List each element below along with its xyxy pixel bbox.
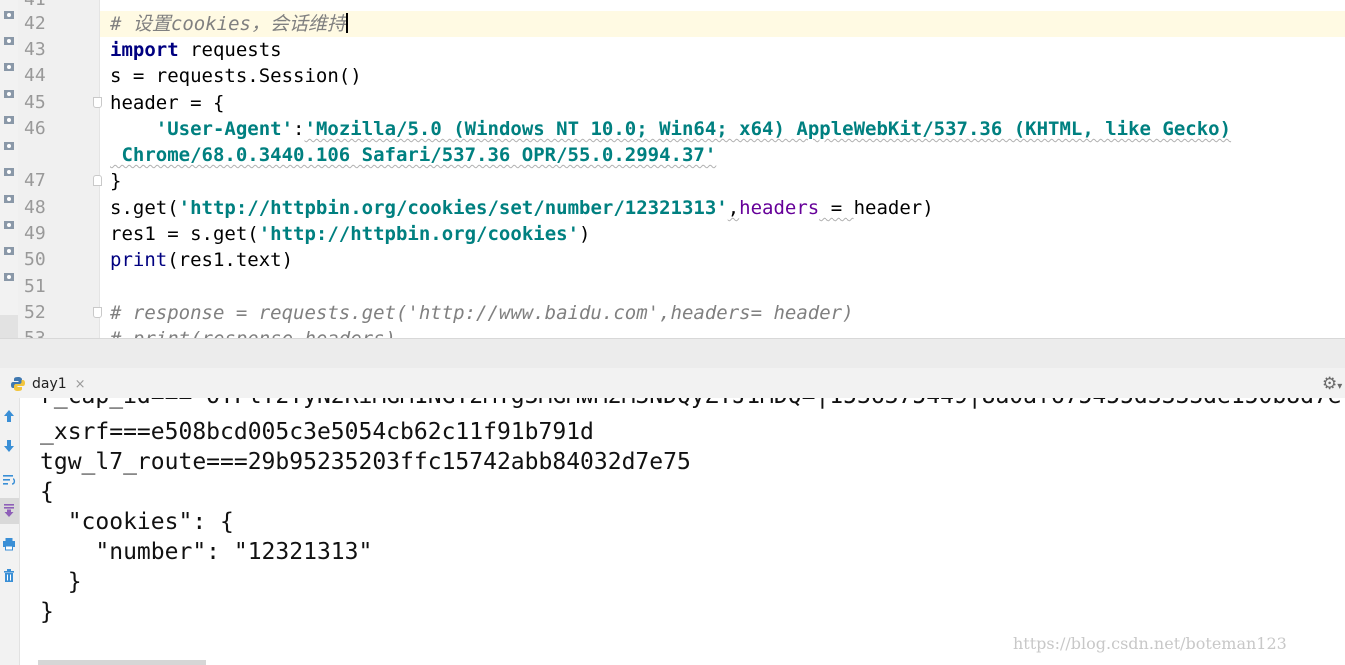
line-marker-icon[interactable] [3,271,15,283]
strip-shade [0,315,18,338]
code-line[interactable]: res1 = s.get('http://httpbin.org/cookies… [110,221,590,247]
line-number: 48 [24,197,46,218]
keyword-argument: headers [739,197,820,219]
soft-wrap-icon[interactable] [2,472,16,488]
comment-text: # response = requests.get('http://www.ba… [110,302,854,324]
scroll-down-icon[interactable] [2,438,16,454]
code-line[interactable]: # 设置cookies，会话维持 [110,11,348,37]
run-console[interactable]: r_cap_id==="OTFlY2YyN2RiMGM1NGY2MTg3MGMw… [0,398,1345,665]
dropdown-arrow-icon: ▾ [1337,381,1343,392]
line-marker-icon[interactable] [3,193,15,205]
builtin-function: print [110,249,168,271]
string-literal: 'User-Agent' [155,118,294,140]
scroll-up-icon[interactable] [2,408,16,424]
code-text: requests [178,39,282,61]
line-number: 44 [24,65,46,86]
console-output-line: { [40,479,54,505]
console-toolbar [0,398,20,665]
code-text: (res1.text) [167,249,294,271]
code-text: header = { [110,92,225,114]
code-text: s = requests.Session() [110,65,362,87]
line-marker-icon[interactable] [3,166,15,178]
console-output-line: r_cap_id==="OTFlY2YyN2RiMGM1NGY2MTg3MGMw… [40,398,1342,411]
watermark: https://blog.csdn.net/boteman123 [1013,634,1287,653]
code-editor[interactable]: 41 42 43 44 45 46 47 48 49 50 51 52 53 #… [0,0,1345,338]
gutter-separator [99,0,100,338]
close-icon[interactable]: × [75,377,86,392]
string-literal: Chrome/68.0.3440.106 Safari/537.36 OPR/5… [110,144,717,166]
code-line-wrapped[interactable]: Chrome/68.0.3440.106 Safari/537.36 OPR/5… [110,142,716,168]
line-number: 43 [24,39,46,60]
code-text: res1 = s.get( [110,223,259,245]
line-marker-icon[interactable] [3,9,15,21]
tab-label: day1 [32,376,67,392]
line-marker-icon[interactable] [3,140,15,152]
line-number: 47 [24,170,46,191]
code-text: s.get( [110,197,179,219]
code-text: : [293,118,305,140]
line-number: 46 [24,118,46,139]
line-number: 51 [24,276,46,297]
console-output-line: "cookies": { [40,509,234,535]
code-text: , [727,197,740,219]
line-marker-icon[interactable] [3,35,15,47]
line-number: 50 [24,249,46,270]
line-number: 52 [24,302,46,323]
console-output-line: "number": "12321313" [40,539,373,565]
code-line[interactable]: # response = requests.get('http://www.ba… [110,300,854,326]
code-line[interactable]: } [110,168,121,194]
console-output-line: _xsrf===e508bcd005c3e5054cb62c11f91b791d [40,419,594,445]
fold-toggle-icon[interactable] [93,307,102,318]
comment-text: # print(response.headers) [110,328,396,338]
string-literal: 'http://httpbin.org/cookies' [258,223,580,245]
gear-icon[interactable]: ⚙▾ [1322,374,1342,394]
gear-glyph: ⚙ [1322,374,1338,394]
code-line[interactable]: s.get('http://httpbin.org/cookies/set/nu… [110,195,934,221]
code-line[interactable]: # print(response.headers) [110,326,396,338]
text-cursor [345,13,348,33]
code-line[interactable]: header = { [110,90,224,116]
line-number: 53 [24,326,64,338]
code-text: } [110,170,122,192]
scroll-to-end-icon[interactable] [2,503,16,519]
run-tool-window-header: day1 × [0,368,1345,398]
code-line[interactable]: 'User-Agent':'Mozilla/5.0 (Windows NT 10… [110,116,1231,142]
line-marker-icon[interactable] [3,245,15,257]
line-number: 49 [24,223,46,244]
panel-divider[interactable] [0,338,1345,368]
line-marker-icon[interactable] [3,219,15,231]
code-text: header) [853,197,934,219]
code-line[interactable]: import requests [110,37,282,63]
run-tab-day1[interactable]: day1 × [10,373,86,395]
string-literal: 'Mozilla/5.0 (Windows NT 10.0; Win64; x6… [304,118,1232,140]
fold-toggle-icon[interactable] [93,175,102,186]
code-text: = [819,197,854,219]
string-literal: 'http://httpbin.org/cookies/set/number/1… [178,197,728,219]
console-output-line: tgw_l7_route===29b95235203ffc15742abb840… [40,449,691,475]
line-number: 42 [24,13,46,34]
code-line[interactable]: print(res1.text) [110,247,293,273]
console-output-line: } [40,569,82,595]
line-marker-icon[interactable] [3,61,15,73]
line-number: 45 [24,92,46,113]
horizontal-scrollbar[interactable] [38,660,206,665]
trash-icon[interactable] [2,568,16,584]
line-marker-icon[interactable] [3,114,15,126]
keyword: import [110,39,179,61]
ide-window: 41 42 43 44 45 46 47 48 49 50 51 52 53 #… [0,0,1345,665]
python-icon [11,377,25,391]
line-marker-icon[interactable] [3,88,15,100]
code-text: ) [579,223,591,245]
console-output-line: } [40,599,54,625]
code-line[interactable]: s = requests.Session() [110,63,362,89]
print-icon[interactable] [2,536,16,552]
fold-toggle-icon[interactable] [93,97,102,108]
comment-text: # 设置cookies，会话维持 [110,13,346,35]
